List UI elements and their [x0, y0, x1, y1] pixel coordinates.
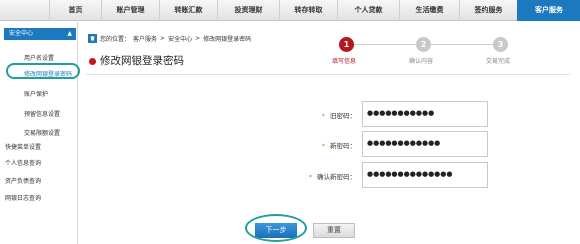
step-2-label: 确认内容 [409, 58, 434, 65]
required-mark: * [308, 173, 312, 181]
sidebar-item-account-protection[interactable]: 账户保护 [24, 89, 48, 98]
top-nav-spacer [0, 0, 49, 21]
nav-home[interactable]: 首页 [49, 0, 101, 21]
old-password-label: * 旧密码： [321, 112, 356, 120]
breadcrumb-current: 修改网银登录密码 [203, 35, 252, 43]
title-divider [86, 74, 570, 75]
old-password-value: ●●●●●●●●●●● [367, 109, 435, 117]
breadcrumb-separator: > [160, 34, 166, 42]
top-navigation: 首页 账户管理 转账汇款 投资理财 转存转取 个人贷款 生活缴费 签约服务 客户… [0, 0, 580, 21]
sidebar-item-transaction-limit[interactable]: 交易限额设置 [24, 128, 60, 137]
collapse-arrow-icon: ▲ [67, 30, 72, 37]
breadcrumb-customer-service[interactable]: 客户服务 [133, 34, 157, 43]
new-password-value: ●●●●●●●●●●●● [367, 139, 441, 147]
nav-transfer[interactable]: 转账汇款 [159, 0, 217, 21]
page-title: 修改网银登录密码 [100, 55, 184, 67]
sidebar-item-assets-liabilities[interactable]: 资产负债查询 [5, 176, 41, 185]
home-icon [88, 33, 97, 43]
reset-button[interactable]: 重置 [313, 223, 355, 238]
sidebar-section-title: 安全中心 [9, 30, 34, 37]
new-password-field[interactable]: ●●●●●●●●●●●● [362, 131, 488, 157]
new-password-label: * 新密码： [321, 142, 356, 150]
step-connector [354, 44, 416, 45]
old-password-row: * 旧密码： ●●●●●●●●●●● [86, 101, 570, 127]
step-1-label: 填写信息 [332, 58, 357, 65]
left-sidebar: 安全中心 ▲ 用户名设置 修改网银登录密码 账户保护 预留信息设置 交易限额设置… [0, 22, 78, 244]
confirm-password-value: ●●●●●●●●●●●●●● [367, 170, 453, 178]
confirm-password-row: * 确认新密码： ●●●●●●●●●●●●●● [86, 162, 570, 188]
nav-signed-services[interactable]: 签约服务 [459, 0, 517, 21]
nav-bill-payment[interactable]: 生活缴费 [399, 0, 459, 21]
nav-personal-loan[interactable]: 个人贷款 [337, 0, 399, 21]
step-2-indicator: 2 [416, 37, 431, 52]
required-mark: * [321, 112, 325, 120]
required-mark: * [321, 142, 325, 150]
step-1-indicator: 1 [339, 37, 354, 52]
title-bullet-icon [89, 58, 96, 65]
sidebar-section-security-center[interactable]: 安全中心 ▲ [4, 28, 76, 40]
breadcrumb-security-center[interactable]: 安全中心 [168, 34, 192, 43]
old-password-field[interactable]: ●●●●●●●●●●● [362, 101, 488, 127]
sidebar-item-shortcut-menu[interactable]: 快捷菜单设置 [5, 142, 41, 151]
nav-deposit-withdraw[interactable]: 转存转取 [279, 0, 337, 21]
new-password-row: * 新密码： ●●●●●●●●●●●● [86, 131, 570, 157]
sidebar-item-personal-info[interactable]: 个人信息查询 [5, 158, 41, 167]
sidebar-item-ebank-log[interactable]: 网银日志查询 [5, 193, 41, 202]
nav-account-management[interactable]: 账户管理 [101, 0, 159, 21]
sidebar-item-username-settings[interactable]: 用户名设置 [24, 53, 54, 62]
step-connector [431, 44, 493, 45]
breadcrumb-prefix: 您的位置： [100, 35, 131, 43]
nav-customer-service[interactable]: 客户服务 [517, 0, 580, 21]
breadcrumb-separator: > [195, 34, 201, 42]
breadcrumb: 您的位置： 客户服务 > 安全中心 > 修改网银登录密码 [88, 32, 251, 44]
step-3-indicator: 3 [493, 37, 508, 52]
sidebar-highlight-annotation [6, 63, 80, 79]
sidebar-item-reserved-info[interactable]: 预留信息设置 [24, 109, 60, 118]
nav-investment[interactable]: 投资理财 [217, 0, 279, 21]
step-3-label: 交易完成 [486, 58, 511, 65]
confirm-password-field[interactable]: ●●●●●●●●●●●●●● [362, 162, 488, 188]
next-button-highlight-annotation [245, 214, 307, 242]
confirm-password-label: * 确认新密码： [308, 173, 356, 181]
